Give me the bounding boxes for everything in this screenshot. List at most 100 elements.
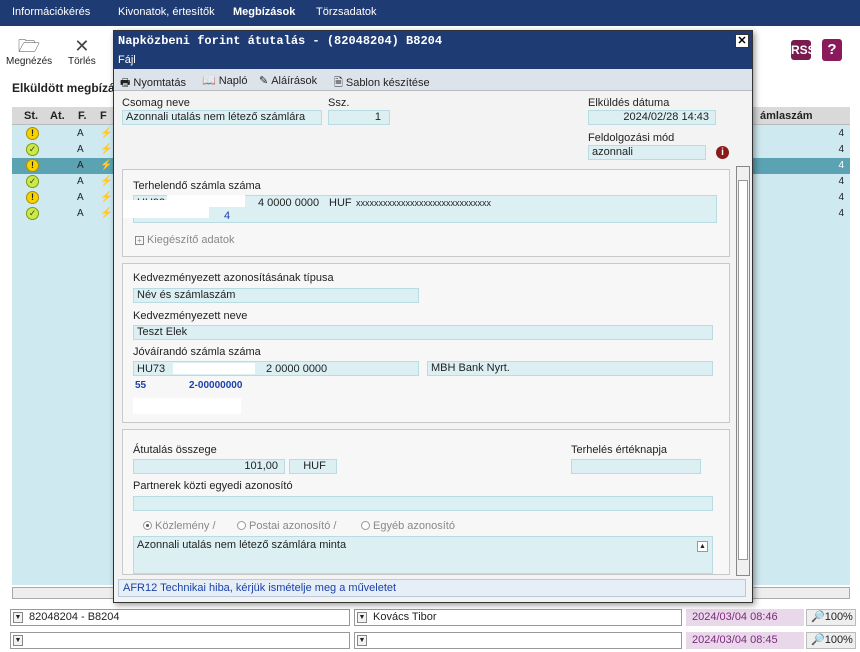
processing-label: Feldolgozási mód — [588, 132, 675, 144]
expand-icon: + — [135, 236, 144, 245]
dialog-toolbar: 🖶 Nyomtatás 📖 Napló ✎ Aláírások 🗎 Sablon kés… — [114, 69, 752, 91]
flag-icon: ⚡ — [100, 176, 113, 187]
chevron-down-icon: ▼ — [13, 635, 23, 646]
rss-icon[interactable]: RSS — [791, 40, 816, 60]
delete-button[interactable]: ✕ Törlés — [68, 36, 96, 67]
info-icon[interactable]: i — [716, 146, 729, 159]
chevron-down-icon: ▼ — [357, 612, 367, 623]
flag-icon: ⚡ — [100, 160, 113, 171]
warning-icon: ! — [26, 159, 39, 172]
currency-field[interactable]: HUF — [289, 459, 337, 474]
print-button[interactable]: 🖶 Nyomtatás — [120, 74, 186, 93]
sent-date-field[interactable]: 2024/02/28 14:43 — [588, 110, 716, 125]
template-icon: 🗎 — [334, 77, 343, 89]
menu-item-orders[interactable]: Megbízások — [233, 6, 295, 18]
radio-icon — [143, 521, 152, 530]
redaction — [167, 195, 245, 207]
close-button[interactable]: ✕ — [735, 34, 749, 48]
extra-data-toggle[interactable]: + Kiegészítő adatok — [135, 234, 234, 246]
package-name-label: Csomag neve — [122, 97, 190, 109]
radio-postal[interactable]: Postai azonosító / — [237, 520, 336, 532]
credit-bank-field: MBH Bank Nyrt. — [427, 361, 713, 376]
session-select[interactable]: ▼ 82048204 - B8204 — [10, 609, 350, 626]
check-icon: ✓ — [26, 143, 39, 156]
dialog-menu: Fájl — [114, 51, 752, 69]
col-at[interactable]: At. — [50, 110, 65, 122]
status-row-2: ▼ ▼ 2024/03/04 08:45 🔎100% — [10, 632, 860, 652]
flag-icon: ⚡ — [100, 144, 113, 155]
top-menu-bar: Információkérés Kivonatok, értesítők Meg… — [0, 0, 860, 26]
menu-item-info[interactable]: Információkérés — [12, 6, 90, 18]
amount-field[interactable]: 101,00 — [133, 459, 285, 474]
amount-panel: Átutalás összege 101,00 HUF Terhelés ért… — [122, 429, 730, 575]
benef-id-type-field[interactable]: Név és számlaszám — [133, 288, 419, 303]
benef-id-type-label: Kedvezményezett azonosításának típusa — [133, 272, 334, 284]
sent-date-label: Elküldés dátuma — [588, 97, 670, 109]
credit-account-label: Jóváírandó számla száma — [133, 346, 261, 358]
benef-name-label: Kedvezményezett neve — [133, 310, 248, 322]
radio-icon — [361, 521, 370, 530]
log-button[interactable]: 📖 Napló — [202, 74, 247, 87]
beneficiary-panel: Kedvezményezett azonosításának típusa Né… — [122, 263, 730, 423]
partner-id-field[interactable] — [133, 496, 713, 511]
select-2a[interactable]: ▼ — [10, 632, 350, 649]
debit-label: Terhelendő számla száma — [133, 180, 261, 192]
partner-id-label: Partnerek közti egyedi azonosító — [133, 480, 293, 492]
select-2b[interactable]: ▼ — [354, 632, 682, 649]
folder-open-icon: 🗁 — [17, 36, 41, 56]
delete-label: Törlés — [68, 56, 96, 67]
warning-icon: ! — [26, 191, 39, 204]
signatures-button[interactable]: ✎ Aláírások — [259, 74, 317, 87]
pen-icon: ✎ — [259, 75, 269, 87]
template-button[interactable]: 🗎 Sablon készítése — [334, 74, 430, 93]
zoom-control-2[interactable]: 🔎100% — [806, 632, 856, 649]
seq-field[interactable]: 1 — [328, 110, 390, 125]
radio-icon — [237, 521, 246, 530]
scroll-up-icon[interactable]: ▲ — [697, 541, 708, 552]
warning-icon: ! — [26, 127, 39, 140]
status-date-2: 2024/03/04 08:45 — [686, 632, 804, 649]
dialog-scrollbar[interactable] — [736, 166, 750, 576]
value-date-label: Terhelés értéknapja — [571, 444, 668, 456]
check-icon: ✓ — [26, 175, 39, 188]
printer-icon: 🖶 — [120, 77, 131, 89]
zoom-control[interactable]: 🔎100% — [806, 609, 856, 626]
book-icon: 📖 — [202, 75, 216, 87]
flag-icon: ⚡ — [100, 208, 113, 219]
close-icon: ✕ — [74, 36, 90, 56]
error-message: AFR12 Technikai hiba, kérjük ismételje m… — [118, 579, 746, 597]
check-icon: ✓ — [26, 207, 39, 220]
scroll-thumb[interactable] — [738, 180, 748, 560]
debit-panel: Terhelendő számla száma HU93 4 0000 0000… — [122, 169, 730, 257]
status-row-1: ▼ 82048204 - B8204 ▼ Kovács Tibor 2024/0… — [10, 609, 860, 629]
menu-item-statements[interactable]: Kivonatok, értesítők — [118, 6, 215, 18]
redaction — [133, 398, 241, 414]
menu-file[interactable]: Fájl — [118, 54, 136, 66]
user-select[interactable]: ▼ Kovács Tibor — [354, 609, 682, 626]
processing-field[interactable]: azonnali — [588, 145, 706, 160]
col-account[interactable]: ámlaszám — [760, 110, 813, 122]
flag-icon: ⚡ — [100, 192, 113, 203]
benef-name-field[interactable]: Teszt Elek — [133, 325, 713, 340]
radio-other[interactable]: Egyéb azonosító — [361, 520, 455, 532]
menu-item-masterdata[interactable]: Törzsadatok — [316, 6, 377, 18]
dialog-title: Napközbeni forint átutalás - (82048204) … — [114, 31, 752, 51]
redaction — [173, 363, 255, 374]
flag-icon: ⚡ — [100, 128, 113, 139]
help-icon[interactable]: ? — [822, 39, 842, 61]
col-f[interactable]: F. — [78, 110, 87, 122]
col-f2[interactable]: F — [100, 110, 107, 122]
view-button[interactable]: 🗁 Megnézés — [6, 36, 52, 67]
status-date: 2024/03/04 08:46 — [686, 609, 804, 626]
chevron-down-icon: ▼ — [357, 635, 367, 646]
value-date-field[interactable] — [571, 459, 701, 474]
package-name-field[interactable]: Azonnali utalás nem létező számlára — [122, 110, 322, 125]
seq-label: Ssz. — [328, 97, 350, 109]
amount-label: Átutalás összege — [133, 444, 217, 456]
chevron-down-icon: ▼ — [13, 612, 23, 623]
view-label: Megnézés — [6, 56, 53, 67]
transfer-dialog: Napközbeni forint átutalás - (82048204) … — [113, 30, 753, 603]
radio-remark[interactable]: Közlemény / — [143, 520, 216, 532]
col-st[interactable]: St. — [24, 110, 38, 122]
remark-textarea[interactable]: Azonnali utalás nem létező számlára mint… — [133, 536, 713, 574]
